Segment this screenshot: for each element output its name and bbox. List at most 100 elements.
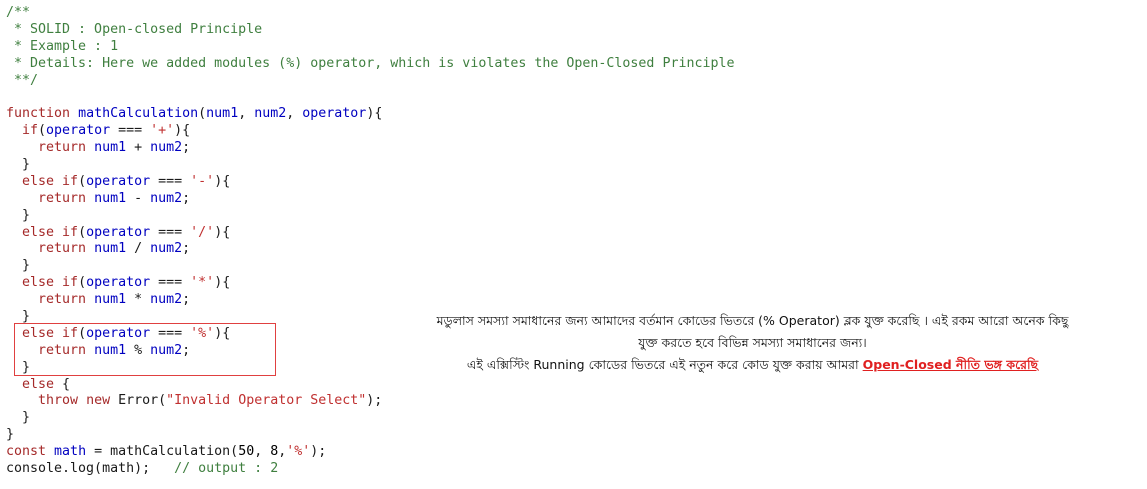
code-line: } <box>6 410 735 427</box>
code-token: mathCalculation <box>78 106 199 122</box>
code-token: return <box>38 190 95 206</box>
code-token: else <box>22 376 63 392</box>
code-token: return <box>38 342 95 358</box>
code-token: num1 <box>206 106 239 122</box>
code-token: operator <box>86 173 151 189</box>
code-token: throw new <box>38 393 119 409</box>
code-token: * SOLID : Open-closed Principle <box>6 21 263 37</box>
code-line: throw new Error("Invalid Operator Select… <box>6 393 735 410</box>
code-token: } <box>6 410 31 426</box>
code-line: } <box>6 157 735 174</box>
code-token: math <box>54 444 87 460</box>
code-line: /** <box>6 5 735 22</box>
code-token: ( <box>78 173 87 189</box>
code-token: ){ <box>214 275 231 291</box>
code-token: '-' <box>190 173 215 189</box>
code-token: 50 <box>238 444 255 460</box>
code-token: else if <box>22 325 79 341</box>
code-token: , <box>286 106 303 122</box>
code-token: operator <box>86 325 151 341</box>
code-token: operator <box>302 106 367 122</box>
code-token: ( <box>38 123 47 139</box>
code-token: === <box>150 325 191 341</box>
code-line: else if(operator === '/'){ <box>6 225 735 242</box>
code-line: return num1 * num2; <box>6 292 735 309</box>
code-token: ; <box>182 292 191 308</box>
code-token: , <box>238 106 255 122</box>
code-line: function mathCalculation(num1, num2, ope… <box>6 106 735 123</box>
code-token: else if <box>22 173 79 189</box>
code-token: { <box>62 376 71 392</box>
code-line: return num1 / num2; <box>6 241 735 258</box>
code-line: if(operator === '+'){ <box>6 123 735 140</box>
code-line: } <box>6 258 735 275</box>
code-token: } <box>6 258 31 274</box>
code-token: operator <box>86 224 151 240</box>
code-token: function <box>6 106 79 122</box>
code-token: // output : 2 <box>174 461 279 477</box>
code-token: num1 <box>94 140 127 156</box>
code-token: num1 <box>94 292 127 308</box>
code-token: } <box>6 359 31 375</box>
code-token: num2 <box>150 241 183 257</box>
code-token: num2 <box>150 190 183 206</box>
code-token: ){ <box>214 224 231 240</box>
note-line-1: মডুলাস সমস্যা সমাধানের জন্য আমাদের বর্তম… <box>436 313 1069 328</box>
code-token: - <box>126 190 151 206</box>
code-token: ){ <box>214 173 231 189</box>
code-token: === <box>150 275 191 291</box>
code-token: '+' <box>150 123 175 139</box>
code-token: } <box>6 207 31 223</box>
code-line: else if(operator === '-'){ <box>6 174 735 191</box>
code-token: '%' <box>190 325 215 341</box>
code-token: * Example : 1 <box>6 38 119 54</box>
code-line: console.log(math); // output : 2 <box>6 461 735 478</box>
code-token: ; <box>182 190 191 206</box>
code-editor: /** * SOLID : Open-closed Principle * Ex… <box>6 5 735 478</box>
code-line: **/ <box>6 73 735 90</box>
code-line: * SOLID : Open-closed Principle <box>6 22 735 39</box>
code-token: num2 <box>254 106 287 122</box>
code-token: } <box>6 157 31 173</box>
note-line-3: এই এক্সিস্টিং Running কোডের ভিতরে এই নতু… <box>380 354 1125 376</box>
code-token: num2 <box>150 342 183 358</box>
code-token: num1 <box>94 190 127 206</box>
note-line-2: যুক্ত করতে হবে বিভিন্ন সমস্যা সমাধানের জ… <box>638 335 867 350</box>
code-line: } <box>6 208 735 225</box>
code-token: '/' <box>190 224 215 240</box>
code-token: else if <box>22 275 79 291</box>
note-emphasis: Open-Closed নীতি ভঙ্গ করেছি <box>862 357 1039 372</box>
code-line: const math = mathCalculation(50, 8,'%'); <box>6 444 735 461</box>
code-token: , <box>254 444 271 460</box>
code-token: + <box>126 140 151 156</box>
code-token: **/ <box>6 72 39 88</box>
code-token: return <box>38 140 95 156</box>
code-token: ){ <box>214 325 231 341</box>
code-token: ( <box>78 224 87 240</box>
code-line: * Details: Here we added modules (%) ope… <box>6 56 735 73</box>
note-line-3-prefix: এই এক্সিস্টিং Running কোডের ভিতরে এই নতু… <box>466 357 863 372</box>
code-token: if <box>22 123 39 139</box>
code-line: return num1 - num2; <box>6 191 735 208</box>
code-token: ); <box>310 444 327 460</box>
code-token: /** <box>6 5 31 20</box>
code-token: "Invalid Operator Select" <box>166 393 367 409</box>
code-token: ( <box>78 275 87 291</box>
code-token: operator <box>86 275 151 291</box>
code-token: else if <box>22 224 79 240</box>
code-token: ){ <box>366 106 383 122</box>
code-token: num1 <box>94 241 127 257</box>
code-token: % <box>126 342 151 358</box>
